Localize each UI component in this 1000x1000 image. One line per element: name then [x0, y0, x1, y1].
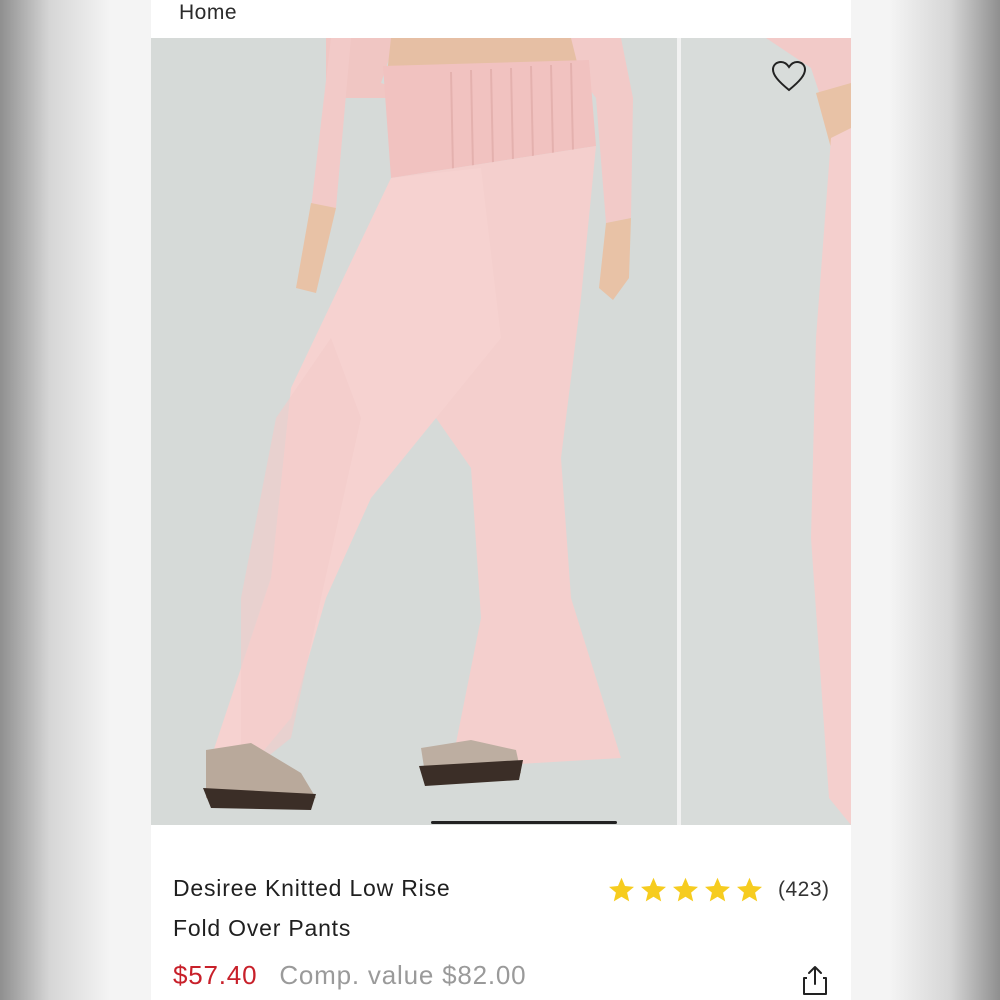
- model-illustration: [203, 38, 633, 810]
- product-photo-next[interactable]: [681, 38, 851, 825]
- share-button[interactable]: [801, 964, 829, 996]
- carousel-scroll-indicator: [431, 821, 617, 824]
- breadcrumb-home[interactable]: Home: [179, 0, 237, 26]
- star-icon: [737, 877, 762, 902]
- comp-value: Comp. value $82.00: [279, 960, 527, 990]
- model-illustration-partial: [766, 38, 851, 825]
- review-count[interactable]: (423): [778, 878, 830, 902]
- product-title-line-2: Fold Over Pants: [173, 915, 352, 941]
- star-icon: [641, 877, 666, 902]
- product-rating[interactable]: (423): [607, 876, 830, 904]
- favorite-button[interactable]: [771, 58, 807, 94]
- product-title: Desiree Knitted Low Rise Fold Over Pants: [173, 868, 553, 948]
- product-photo-main[interactable]: [151, 38, 677, 825]
- share-icon: [803, 966, 827, 995]
- product-image-carousel[interactable]: [151, 38, 851, 825]
- heart-outline-icon: [772, 60, 806, 91]
- product-title-line-1: Desiree Knitted Low Rise: [173, 875, 451, 901]
- star-icon: [673, 877, 698, 902]
- star-icon: [609, 877, 634, 902]
- rating-stars: [607, 876, 764, 904]
- star-icon: [705, 877, 730, 902]
- price-row: $57.40 Comp. value $82.00: [173, 960, 526, 991]
- product-page: Home Desiree Knitted Low Rise Fold Over …: [151, 0, 851, 1000]
- sale-price: $57.40: [173, 960, 258, 990]
